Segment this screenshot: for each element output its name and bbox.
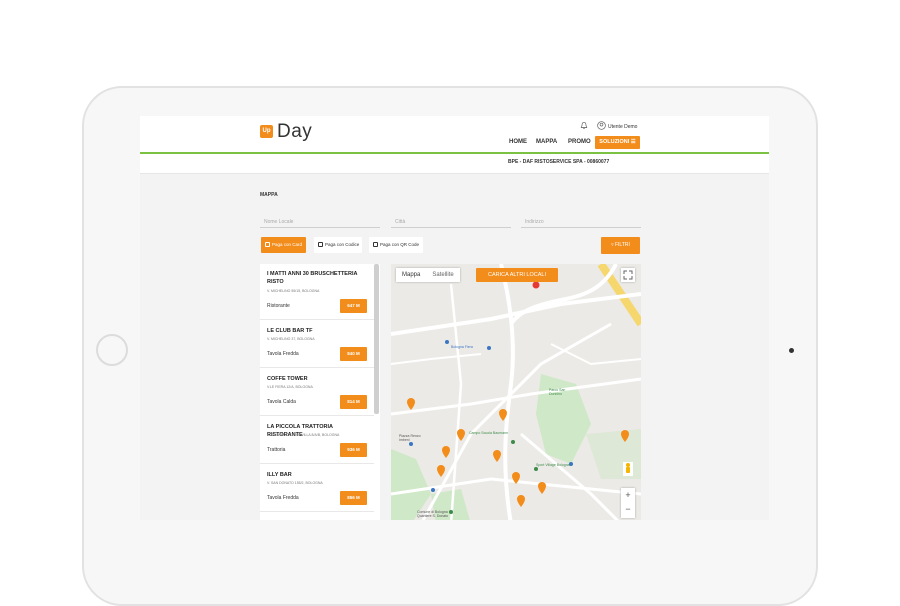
venue-address: V.LE FIERA 12/A, BOLOGNA xyxy=(267,385,313,389)
map-label-square: Piazza Renzo Imbeni xyxy=(399,434,421,442)
fullscreen-button[interactable] xyxy=(621,268,635,282)
filter-button[interactable]: ▿ FILTRI xyxy=(601,237,640,254)
venue-type: Tavola Fredda xyxy=(267,351,299,357)
tab-satellite[interactable]: Satellite xyxy=(426,268,459,282)
pay-qr-button[interactable]: Paga con QR Code xyxy=(369,237,423,253)
user-icon[interactable] xyxy=(597,121,606,130)
map-label-comune: Comune di Bologna Quartiere S. Donato xyxy=(417,510,449,518)
qr-icon xyxy=(373,242,378,247)
map-label-school: Campo Scuola Baumann xyxy=(469,431,508,435)
venue-name: ILLY BAR xyxy=(267,472,292,478)
venue-card[interactable]: ILLY BAR V. SAN DONATO 155/2, BOLOGNA Ta… xyxy=(260,465,374,512)
logo-badge[interactable]: Up xyxy=(260,125,273,138)
load-more-button[interactable]: CARICA ALTRI LOCALI xyxy=(476,268,558,282)
venue-distance-button[interactable]: 936 M xyxy=(340,443,367,457)
map-label-sport: Sport Village Bologna xyxy=(536,463,570,467)
pay-card-button[interactable]: Paga con Card xyxy=(261,237,306,253)
pay-code-button[interactable]: Paga con Codice xyxy=(314,237,362,253)
street-view-button[interactable] xyxy=(623,462,633,476)
tab-map[interactable]: Mappa xyxy=(396,268,426,282)
pay-card-label: Paga con Card xyxy=(272,242,303,247)
venue-type: Ristorante xyxy=(267,303,290,309)
venue-distance-button[interactable]: 856 M xyxy=(340,491,367,505)
venue-name: COFFE TOWER xyxy=(267,376,308,382)
venue-card[interactable]: LA PICCOLA TRATTORIA RISTORANTE V. EDOAR… xyxy=(260,417,374,464)
venue-name: LE CLUB BAR TF xyxy=(267,328,313,334)
nav-promo[interactable]: PROMO xyxy=(568,139,591,145)
pay-qr-label: Paga con QR Code xyxy=(380,242,420,247)
nav-home[interactable]: HOME xyxy=(509,139,527,145)
venue-card[interactable]: LE CLUB BAR TF V. MICHELINO 37, BOLOGNA … xyxy=(260,321,374,368)
user-name[interactable]: Utente Demo xyxy=(608,124,637,130)
map-type-tabs[interactable]: Mappa Satellite xyxy=(396,268,460,282)
map-canvas[interactable] xyxy=(391,264,641,520)
app-screen: Up Day Utente Demo HOME MAPPA PROMO SOLU… xyxy=(140,116,769,520)
venue-address: V. SAN DONATO 155/2, BOLOGNA xyxy=(267,481,323,485)
zoom-out-button[interactable]: − xyxy=(621,502,635,516)
solutions-button[interactable]: SOLUZIONI ☰ xyxy=(595,136,640,149)
bell-icon[interactable] xyxy=(580,121,588,130)
venue-distance-button[interactable]: 814 M xyxy=(340,395,367,409)
company-name: BPE - DAF RISTOSERVICE SPA - 00860077 xyxy=(508,159,610,165)
zoom-control[interactable]: + − xyxy=(621,488,635,518)
map-label-park: Parco San Donnino xyxy=(549,388,566,396)
zoom-in-button[interactable]: + xyxy=(621,488,635,502)
venue-address: V. EDOARDO FERRAVILLA 8/A/B, BOLOGNA xyxy=(267,433,340,437)
venue-list[interactable]: I MATTI ANNI 30 BRUSCHETTERIA RISTO V. M… xyxy=(260,264,380,520)
city-input[interactable]: Città xyxy=(391,214,511,228)
list-scrollbar[interactable] xyxy=(374,264,379,414)
subheader: BPE - DAF RISTOSERVICE SPA - 00860077 xyxy=(140,154,769,174)
venue-address: V. MICHELINO 55/15, BOLOGNA xyxy=(267,289,320,293)
logo-text[interactable]: Day xyxy=(277,121,312,143)
tablet-home-button xyxy=(96,334,128,366)
venue-type: Trattoria xyxy=(267,447,286,453)
address-input[interactable]: Indirizzo xyxy=(521,214,641,228)
venue-name-input[interactable]: Nome Locale xyxy=(260,214,380,228)
venue-card[interactable]: COFFE TOWER V.LE FIERA 12/A, BOLOGNA Tav… xyxy=(260,369,374,416)
pay-code-label: Paga con Codice xyxy=(325,242,360,247)
venue-type: Tavola Calda xyxy=(267,399,296,405)
filter-label: FILTRI xyxy=(614,242,630,248)
venue-address: V. MICHELINO 37, BOLOGNA xyxy=(267,337,315,341)
card-icon xyxy=(265,242,270,247)
map-view[interactable]: Bologna Fiera Parco San Donnino Campo Sc… xyxy=(391,264,641,520)
pegman-icon xyxy=(626,463,630,473)
phone-icon xyxy=(318,242,323,247)
map-label-fiera: Bologna Fiera xyxy=(451,345,473,349)
venue-name: I MATTI ANNI 30 BRUSCHETTERIA RISTO xyxy=(267,271,358,285)
nav-map[interactable]: MAPPA xyxy=(536,139,557,145)
app-header: Up Day Utente Demo HOME MAPPA PROMO SOLU… xyxy=(140,116,769,152)
venue-card[interactable]: I MATTI ANNI 30 BRUSCHETTERIA RISTO V. M… xyxy=(260,264,374,320)
venue-distance-button[interactable]: 840 M xyxy=(340,347,367,361)
venue-distance-button[interactable]: 647 M xyxy=(340,299,367,313)
page-title: MAPPA xyxy=(260,192,278,198)
venue-type: Tavola Fredda xyxy=(267,495,299,501)
tablet-camera xyxy=(789,348,794,353)
fullscreen-icon xyxy=(623,270,633,280)
